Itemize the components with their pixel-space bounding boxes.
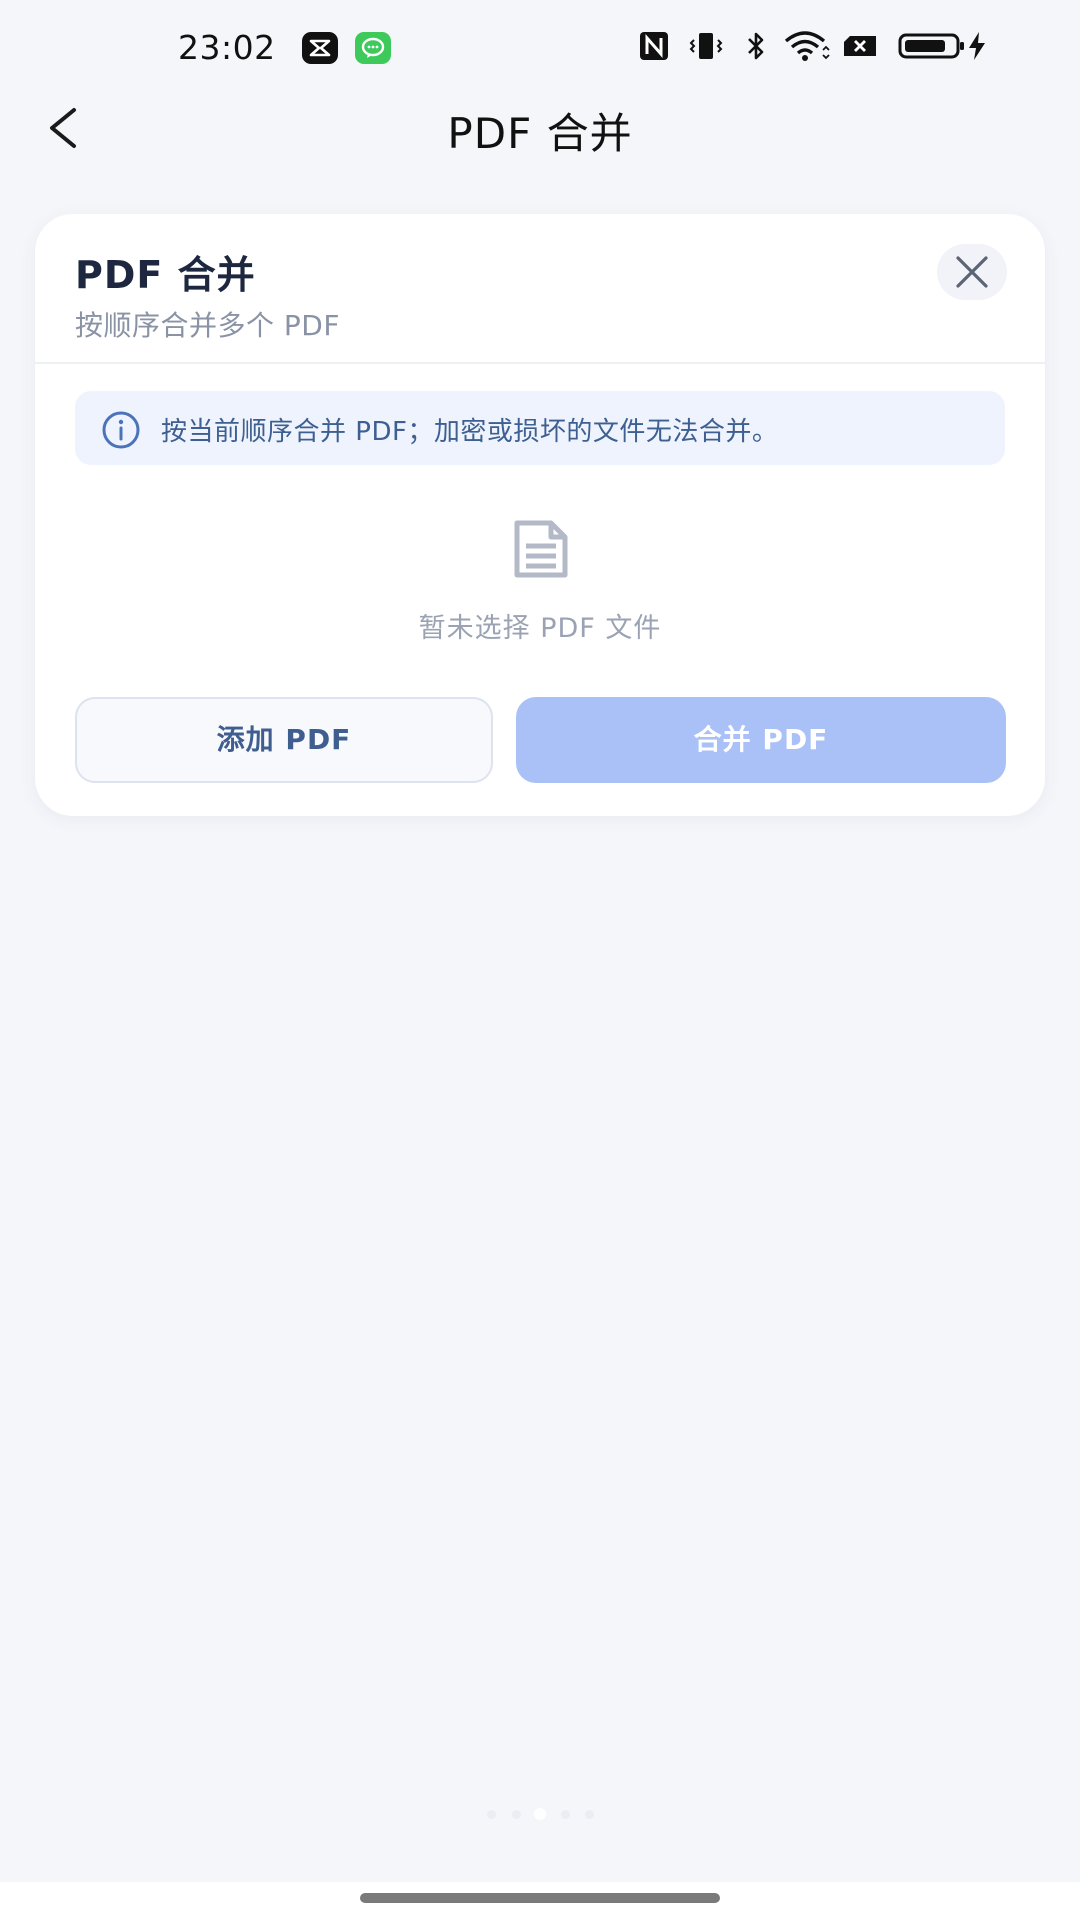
wifi-icon [784, 30, 830, 66]
chat-app-icon [355, 32, 391, 64]
battery-icon [898, 30, 966, 66]
capcut-app-icon [302, 32, 338, 64]
home-indicator[interactable] [360, 1893, 720, 1903]
card-subtitle: 按顺序合并多个 PDF [75, 309, 340, 342]
close-button[interactable] [937, 244, 1007, 300]
merge-card: PDF 合并 按顺序合并多个 PDF 按当前顺序合并 PDF；加密或损坏的文件无… [35, 214, 1045, 816]
close-icon [956, 256, 988, 288]
sim-off-icon [842, 30, 880, 66]
page-dot [585, 1810, 594, 1819]
nfc-icon [638, 30, 670, 66]
page-indicator [0, 1806, 1080, 1822]
card-title: PDF 合并 [75, 253, 256, 297]
page-dot [487, 1810, 496, 1819]
page-title: PDF 合并 [447, 109, 633, 158]
add-pdf-button[interactable]: 添加 PDF [75, 697, 493, 783]
page-dot-active [534, 1808, 546, 1820]
charging-icon [966, 30, 988, 66]
status-time: 23:02 [178, 28, 276, 67]
document-icon [514, 520, 568, 578]
status-bar: 23:02 [0, 0, 1080, 100]
info-icon [102, 411, 140, 449]
page-dot [561, 1810, 570, 1819]
status-icons [622, 30, 992, 66]
merge-pdf-button[interactable]: 合并 PDF [516, 697, 1006, 783]
info-text: 按当前顺序合并 PDF；加密或损坏的文件无法合并。 [161, 417, 779, 447]
page-dot [512, 1810, 521, 1819]
empty-state-text: 暂未选择 PDF 文件 [418, 613, 662, 644]
card-divider [35, 362, 1045, 364]
vibrate-icon [688, 30, 724, 66]
bluetooth-icon [744, 30, 768, 66]
info-banner: 按当前顺序合并 PDF；加密或损坏的文件无法合并。 [75, 391, 1005, 465]
